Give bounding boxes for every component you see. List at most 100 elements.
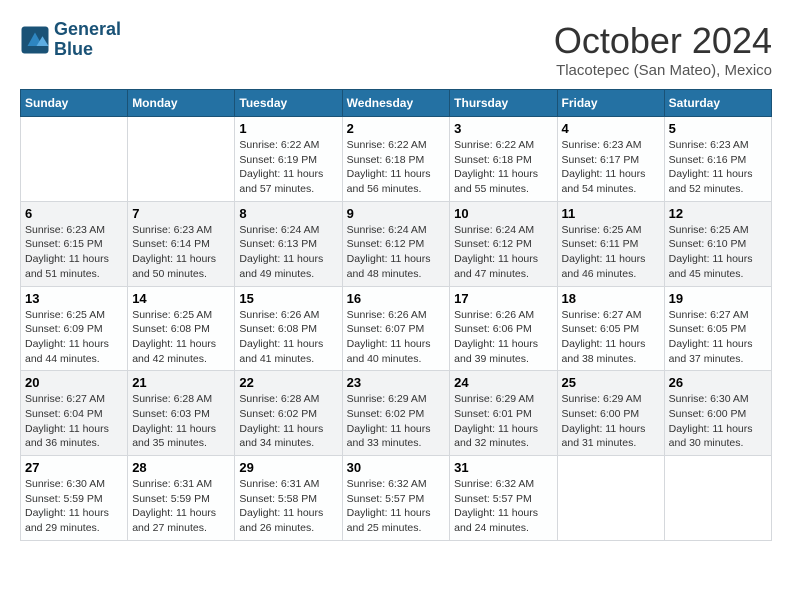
- logo-line2: Blue: [54, 40, 121, 60]
- sunrise: Sunrise: 6:25 AM: [669, 223, 767, 238]
- calendar-cell: 21 Sunrise: 6:28 AM Sunset: 6:03 PM Dayl…: [128, 371, 235, 456]
- sunset: Sunset: 6:05 PM: [562, 322, 660, 337]
- sunrise: Sunrise: 6:29 AM: [454, 392, 552, 407]
- cell-info: Sunrise: 6:29 AM Sunset: 6:00 PM Dayligh…: [562, 392, 660, 451]
- sunrise: Sunrise: 6:23 AM: [562, 138, 660, 153]
- calendar-cell: 15 Sunrise: 6:26 AM Sunset: 6:08 PM Dayl…: [235, 286, 342, 371]
- sunset: Sunset: 6:16 PM: [669, 153, 767, 168]
- sunrise: Sunrise: 6:25 AM: [562, 223, 660, 238]
- daylight: Daylight: 11 hours and 27 minutes.: [132, 506, 230, 535]
- day-number: 28: [132, 460, 230, 475]
- col-sunday: Sunday: [21, 90, 128, 117]
- calendar-cell: 14 Sunrise: 6:25 AM Sunset: 6:08 PM Dayl…: [128, 286, 235, 371]
- day-number: 17: [454, 291, 552, 306]
- sunset: Sunset: 6:01 PM: [454, 407, 552, 422]
- sunset: Sunset: 6:06 PM: [454, 322, 552, 337]
- daylight: Daylight: 11 hours and 42 minutes.: [132, 337, 230, 366]
- daylight: Daylight: 11 hours and 48 minutes.: [347, 252, 446, 281]
- cell-info: Sunrise: 6:23 AM Sunset: 6:15 PM Dayligh…: [25, 223, 123, 282]
- calendar-cell: 18 Sunrise: 6:27 AM Sunset: 6:05 PM Dayl…: [557, 286, 664, 371]
- sunrise: Sunrise: 6:23 AM: [669, 138, 767, 153]
- cell-info: Sunrise: 6:26 AM Sunset: 6:06 PM Dayligh…: [454, 308, 552, 367]
- calendar-cell: 1 Sunrise: 6:22 AM Sunset: 6:19 PM Dayli…: [235, 117, 342, 202]
- day-number: 9: [347, 206, 446, 221]
- cell-info: Sunrise: 6:23 AM Sunset: 6:16 PM Dayligh…: [669, 138, 767, 197]
- daylight: Daylight: 11 hours and 38 minutes.: [562, 337, 660, 366]
- sunrise: Sunrise: 6:32 AM: [454, 477, 552, 492]
- sunrise: Sunrise: 6:27 AM: [669, 308, 767, 323]
- day-number: 20: [25, 375, 123, 390]
- sunrise: Sunrise: 6:30 AM: [669, 392, 767, 407]
- sunset: Sunset: 6:11 PM: [562, 237, 660, 252]
- day-number: 19: [669, 291, 767, 306]
- sunset: Sunset: 6:09 PM: [25, 322, 123, 337]
- sunrise: Sunrise: 6:24 AM: [454, 223, 552, 238]
- calendar-cell: 29 Sunrise: 6:31 AM Sunset: 5:58 PM Dayl…: [235, 456, 342, 541]
- cell-info: Sunrise: 6:22 AM Sunset: 6:18 PM Dayligh…: [347, 138, 446, 197]
- sunset: Sunset: 5:57 PM: [454, 492, 552, 507]
- cell-info: Sunrise: 6:27 AM Sunset: 6:04 PM Dayligh…: [25, 392, 123, 451]
- sunset: Sunset: 6:04 PM: [25, 407, 123, 422]
- daylight: Daylight: 11 hours and 26 minutes.: [239, 506, 337, 535]
- cell-info: Sunrise: 6:25 AM Sunset: 6:08 PM Dayligh…: [132, 308, 230, 367]
- sunrise: Sunrise: 6:24 AM: [347, 223, 446, 238]
- sunset: Sunset: 6:12 PM: [347, 237, 446, 252]
- calendar-cell: 8 Sunrise: 6:24 AM Sunset: 6:13 PM Dayli…: [235, 201, 342, 286]
- sunset: Sunset: 5:57 PM: [347, 492, 446, 507]
- calendar-cell: [557, 456, 664, 541]
- daylight: Daylight: 11 hours and 39 minutes.: [454, 337, 552, 366]
- daylight: Daylight: 11 hours and 45 minutes.: [669, 252, 767, 281]
- calendar-cell: [664, 456, 771, 541]
- sunrise: Sunrise: 6:25 AM: [132, 308, 230, 323]
- calendar-cell: 26 Sunrise: 6:30 AM Sunset: 6:00 PM Dayl…: [664, 371, 771, 456]
- sunset: Sunset: 6:17 PM: [562, 153, 660, 168]
- daylight: Daylight: 11 hours and 47 minutes.: [454, 252, 552, 281]
- cell-info: Sunrise: 6:28 AM Sunset: 6:03 PM Dayligh…: [132, 392, 230, 451]
- calendar-table: Sunday Monday Tuesday Wednesday Thursday…: [20, 89, 772, 541]
- calendar-cell: [128, 117, 235, 202]
- calendar-cell: 24 Sunrise: 6:29 AM Sunset: 6:01 PM Dayl…: [450, 371, 557, 456]
- calendar-cell: 23 Sunrise: 6:29 AM Sunset: 6:02 PM Dayl…: [342, 371, 450, 456]
- daylight: Daylight: 11 hours and 35 minutes.: [132, 422, 230, 451]
- daylight: Daylight: 11 hours and 44 minutes.: [25, 337, 123, 366]
- day-number: 26: [669, 375, 767, 390]
- col-wednesday: Wednesday: [342, 90, 450, 117]
- calendar-cell: 13 Sunrise: 6:25 AM Sunset: 6:09 PM Dayl…: [21, 286, 128, 371]
- sunset: Sunset: 6:14 PM: [132, 237, 230, 252]
- calendar-week-2: 6 Sunrise: 6:23 AM Sunset: 6:15 PM Dayli…: [21, 201, 772, 286]
- sunset: Sunset: 6:13 PM: [239, 237, 337, 252]
- cell-info: Sunrise: 6:29 AM Sunset: 6:02 PM Dayligh…: [347, 392, 446, 451]
- cell-info: Sunrise: 6:30 AM Sunset: 5:59 PM Dayligh…: [25, 477, 123, 536]
- logo-icon: [20, 25, 50, 55]
- calendar-cell: 16 Sunrise: 6:26 AM Sunset: 6:07 PM Dayl…: [342, 286, 450, 371]
- col-thursday: Thursday: [450, 90, 557, 117]
- cell-info: Sunrise: 6:24 AM Sunset: 6:12 PM Dayligh…: [347, 223, 446, 282]
- calendar-cell: 22 Sunrise: 6:28 AM Sunset: 6:02 PM Dayl…: [235, 371, 342, 456]
- sunrise: Sunrise: 6:29 AM: [562, 392, 660, 407]
- day-number: 10: [454, 206, 552, 221]
- sunrise: Sunrise: 6:25 AM: [25, 308, 123, 323]
- cell-info: Sunrise: 6:28 AM Sunset: 6:02 PM Dayligh…: [239, 392, 337, 451]
- day-number: 2: [347, 121, 446, 136]
- sunrise: Sunrise: 6:28 AM: [132, 392, 230, 407]
- cell-info: Sunrise: 6:26 AM Sunset: 6:07 PM Dayligh…: [347, 308, 446, 367]
- day-number: 23: [347, 375, 446, 390]
- sunset: Sunset: 6:02 PM: [239, 407, 337, 422]
- cell-info: Sunrise: 6:32 AM Sunset: 5:57 PM Dayligh…: [454, 477, 552, 536]
- col-tuesday: Tuesday: [235, 90, 342, 117]
- sunrise: Sunrise: 6:24 AM: [239, 223, 337, 238]
- sunset: Sunset: 5:59 PM: [25, 492, 123, 507]
- logo: General Blue: [20, 20, 121, 60]
- sunrise: Sunrise: 6:23 AM: [132, 223, 230, 238]
- day-number: 8: [239, 206, 337, 221]
- sunrise: Sunrise: 6:31 AM: [132, 477, 230, 492]
- daylight: Daylight: 11 hours and 33 minutes.: [347, 422, 446, 451]
- sunrise: Sunrise: 6:22 AM: [239, 138, 337, 153]
- daylight: Daylight: 11 hours and 30 minutes.: [669, 422, 767, 451]
- calendar-body: 1 Sunrise: 6:22 AM Sunset: 6:19 PM Dayli…: [21, 117, 772, 541]
- header-row: Sunday Monday Tuesday Wednesday Thursday…: [21, 90, 772, 117]
- cell-info: Sunrise: 6:23 AM Sunset: 6:17 PM Dayligh…: [562, 138, 660, 197]
- sunset: Sunset: 6:18 PM: [454, 153, 552, 168]
- daylight: Daylight: 11 hours and 40 minutes.: [347, 337, 446, 366]
- cell-info: Sunrise: 6:32 AM Sunset: 5:57 PM Dayligh…: [347, 477, 446, 536]
